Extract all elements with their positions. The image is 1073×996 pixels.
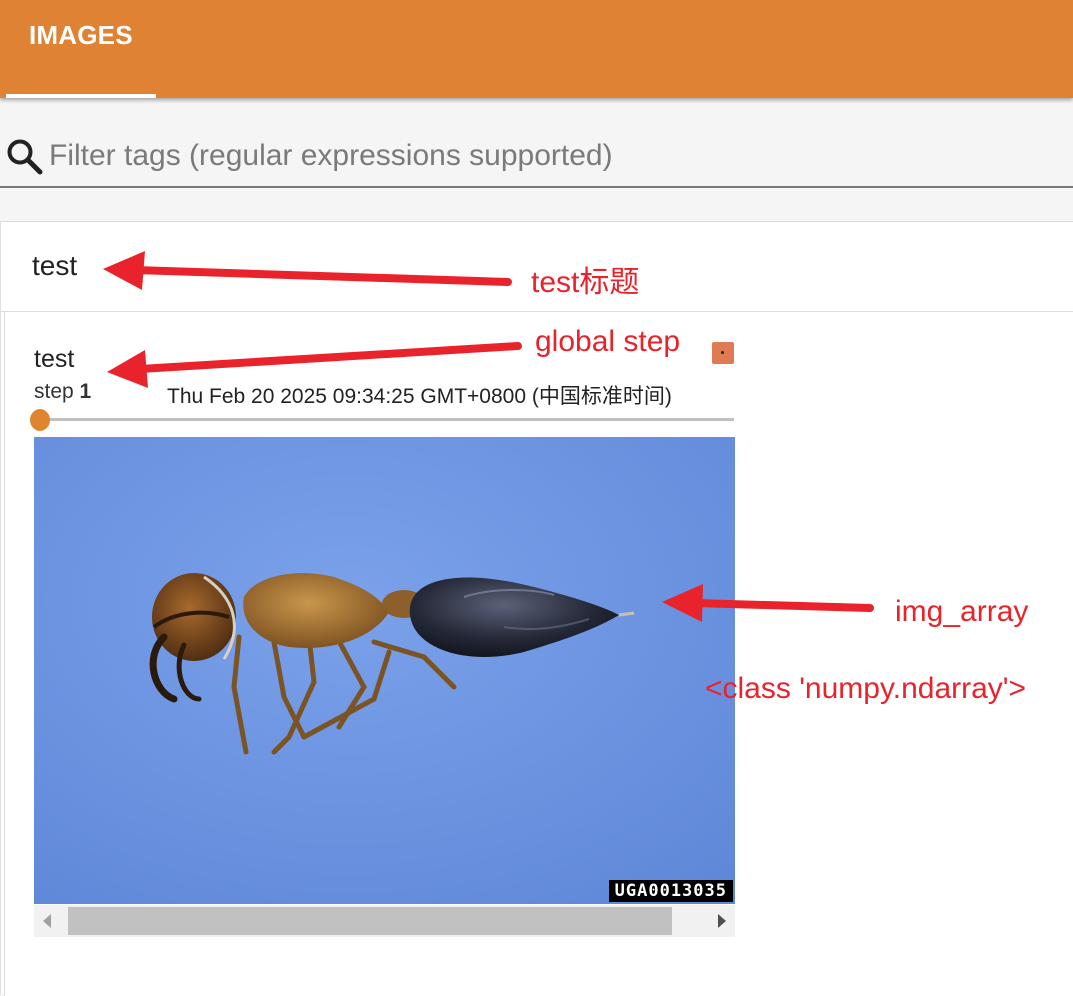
annotation-img-array: img_array <box>895 595 1029 628</box>
image-card: test step 1 Thu Feb 20 2025 09:34:25 GMT… <box>4 312 1073 996</box>
scrollbar-thumb[interactable] <box>68 907 672 935</box>
slider-track <box>34 418 734 421</box>
filter-bar <box>0 128 1073 188</box>
image-watermark-label: UGA0013035 <box>608 880 733 902</box>
card-timestamp: Thu Feb 20 2025 09:34:25 GMT+0800 (中国标准时… <box>167 385 672 408</box>
annotation-class-note: <class 'numpy.ndarray'> <box>705 672 1027 705</box>
tab-images[interactable]: IMAGES <box>6 0 156 98</box>
horizontal-scrollbar[interactable] <box>34 905 735 937</box>
image-display: UGA0013035 <box>34 437 735 904</box>
card-title: test <box>34 345 75 373</box>
step-indicator: step 1 <box>34 380 91 404</box>
filter-tags-input[interactable] <box>49 134 1049 178</box>
search-icon <box>7 139 43 175</box>
chevron-right-icon[interactable] <box>717 914 727 928</box>
annotation-global-step: global step <box>535 325 681 358</box>
expand-icon[interactable] <box>712 342 734 364</box>
ant-image <box>34 437 735 904</box>
step-value: 1 <box>79 380 92 403</box>
annotation-test-title: test标题 <box>531 266 640 299</box>
tag-group-title: test <box>32 250 78 281</box>
top-bar: IMAGES <box>0 0 1073 98</box>
step-label: step <box>34 380 74 403</box>
tab-images-label: IMAGES <box>29 20 133 50</box>
slider-handle[interactable] <box>30 409 50 431</box>
tab-active-indicator <box>6 94 156 98</box>
step-slider[interactable] <box>30 409 736 431</box>
chevron-left-icon[interactable] <box>42 914 52 928</box>
